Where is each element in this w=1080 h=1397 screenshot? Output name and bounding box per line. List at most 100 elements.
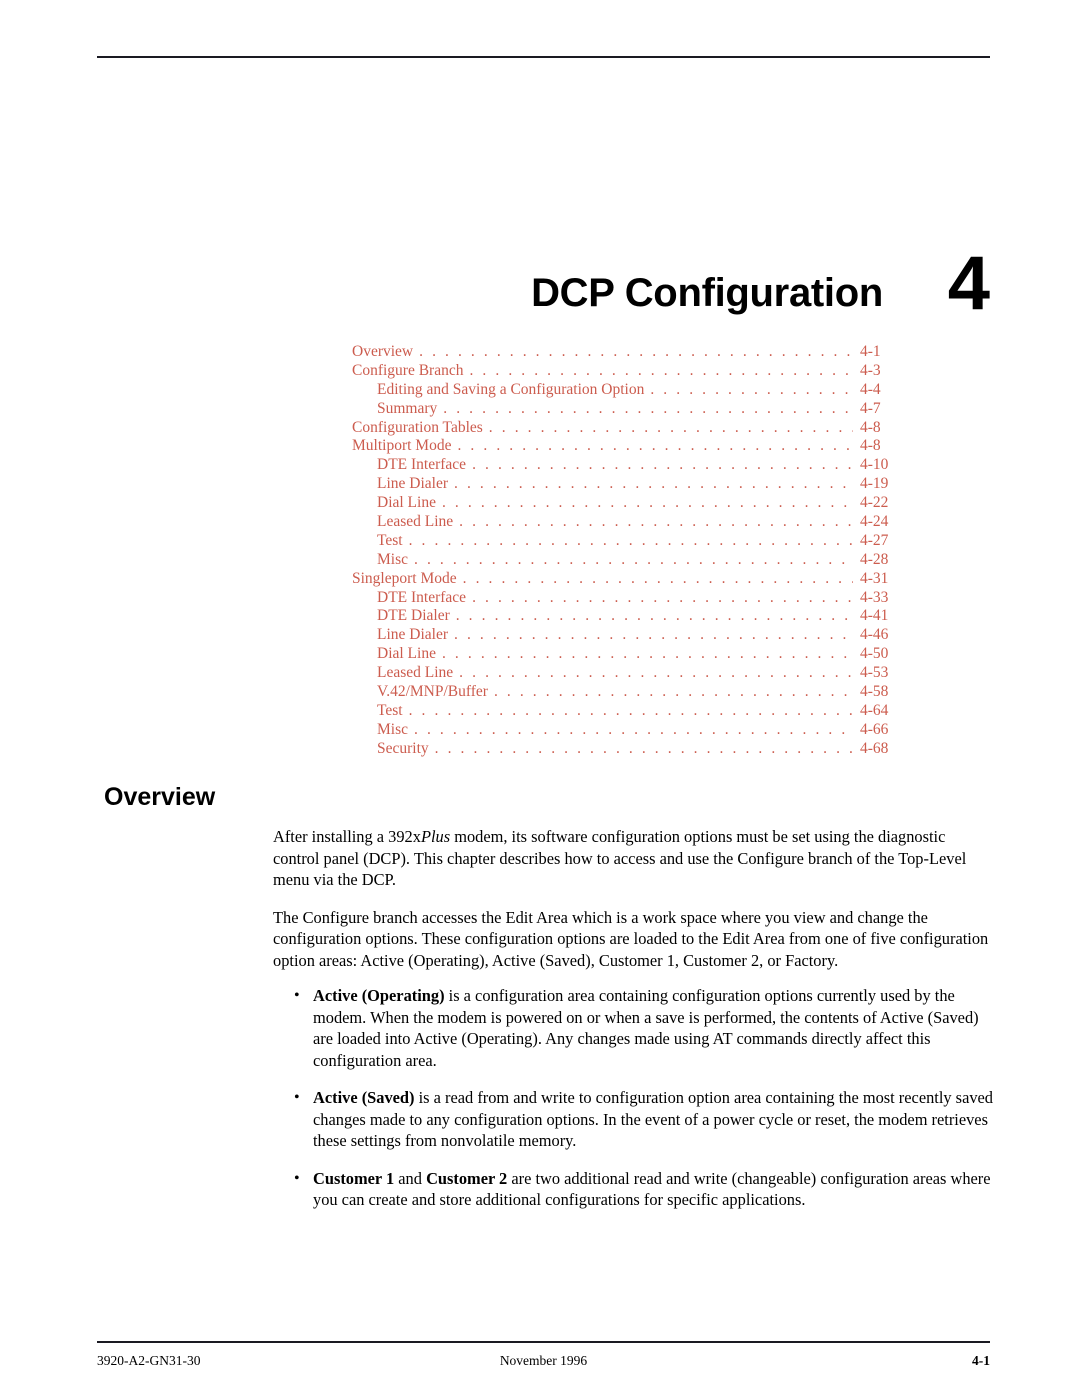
toc-entry-page: 4-58: [860, 683, 889, 701]
toc-leader-dots: . . . . . . . . . . . . . . . . . . . . …: [488, 419, 853, 436]
toc-entry-label: Configure Branch: [352, 361, 464, 379]
toc-entry-label: V.42/MNP/Buffer: [377, 683, 488, 701]
toc-entry-label: Leased Line: [377, 513, 454, 531]
toc-leader-dots: . . . . . . . . . . . . . . . . . . . . …: [443, 400, 853, 417]
toc-entry[interactable]: Leased Line . . . . . . . . . . . . . . .…: [352, 513, 912, 532]
bullet-icon: •: [294, 987, 300, 1004]
document-page: DCP Configuration 4 Overview . . . . . . …: [0, 0, 1080, 1397]
toc-entry-page: 4-31: [860, 569, 889, 587]
toc-entry[interactable]: Misc . . . . . . . . . . . . . . . . . . …: [352, 551, 912, 570]
toc-entry[interactable]: Dial Line . . . . . . . . . . . . . . . .…: [352, 494, 912, 513]
toc-entry-label: Misc: [377, 550, 408, 568]
product-name-italic: Plus: [420, 827, 451, 846]
toc-entry-page: 4-8: [860, 437, 881, 455]
toc-leader-dots: . . . . . . . . . . . . . . . . . . . . …: [472, 589, 853, 606]
toc-leader-dots: . . . . . . . . . . . . . . . . . . . . …: [457, 438, 853, 454]
toc-entry[interactable]: Summary . . . . . . . . . . . . . . . . .…: [352, 400, 912, 419]
section-heading: Overview: [104, 783, 216, 811]
toc-entry-page: 4-8: [860, 418, 881, 436]
footer-divider: [97, 1341, 990, 1343]
toc-entry[interactable]: Test . . . . . . . . . . . . . . . . . . …: [352, 702, 912, 721]
toc-entry[interactable]: Line Dialer . . . . . . . . . . . . . . .…: [352, 475, 912, 494]
toc-entry[interactable]: Singleport Mode . . . . . . . . . . . . .…: [352, 570, 912, 589]
page-title: DCP Configuration: [531, 271, 883, 315]
toc-entry-page: 4-64: [860, 701, 889, 719]
toc-leader-dots: . . . . . . . . . . . . . . . . . . . . …: [441, 646, 853, 662]
toc-entry-label: Dial Line: [377, 494, 436, 512]
header-divider: [97, 56, 990, 58]
toc-entry-page: 4-3: [860, 361, 881, 379]
toc-entry[interactable]: Multiport Mode . . . . . . . . . . . . . …: [352, 437, 912, 456]
toc-entry-page: 4-33: [860, 588, 889, 606]
toc-entry[interactable]: Security . . . . . . . . . . . . . . . . …: [352, 740, 912, 759]
toc-entry[interactable]: Configuration Tables . . . . . . . . . . …: [352, 419, 912, 438]
toc-leader-dots: . . . . . . . . . . . . . . . . . . . . …: [462, 570, 853, 587]
toc-entry-label: DTE Interface: [377, 588, 467, 606]
toc-leader-dots: . . . . . . . . . . . . . . . . . . . . …: [414, 551, 853, 568]
toc-entry[interactable]: Overview . . . . . . . . . . . . . . . . …: [352, 343, 912, 362]
bullet-icon: •: [294, 1169, 300, 1187]
toc-entry-label: Configuration Tables: [352, 418, 483, 436]
list-item: • Active (Saved) is a read from and write…: [273, 1087, 993, 1152]
toc-entry-label: Line Dialer: [377, 475, 449, 493]
toc-entry-label: Line Dialer: [377, 626, 449, 644]
list-item-term-secondary: Customer 2: [426, 1168, 508, 1188]
list-item: • Customer 1 and Customer 2 are two addit…: [273, 1168, 993, 1211]
toc-entry-label: Multiport Mode: [352, 437, 452, 455]
toc-entry-page: 4-19: [860, 475, 889, 493]
toc-entry-label: Dial Line: [377, 645, 436, 663]
toc-entry[interactable]: Misc . . . . . . . . . . . . . . . . . . …: [352, 721, 912, 740]
toc-leader-dots: . . . . . . . . . . . . . . . . . . . . …: [455, 608, 853, 624]
body-content: After installing a 392xPlus modem, its s…: [273, 826, 993, 1227]
toc-entry[interactable]: Leased Line . . . . . . . . . . . . . . .…: [352, 664, 912, 683]
list-item: • Active (Operating) is a configuration a…: [273, 985, 993, 1071]
toc-entry-label: Overview: [352, 343, 414, 360]
toc-entry-page: 4-22: [860, 494, 889, 512]
bullet-icon: •: [294, 1089, 300, 1106]
toc-entry[interactable]: Configure Branch . . . . . . . . . . . . …: [352, 362, 912, 381]
toc-entry[interactable]: DTE Dialer . . . . . . . . . . . . . . . …: [352, 607, 912, 626]
table-of-contents: Overview . . . . . . . . . . . . . . . . …: [352, 343, 912, 759]
toc-leader-dots: . . . . . . . . . . . . . . . . . . . . …: [650, 381, 853, 398]
toc-entry-page: 4-50: [860, 645, 889, 663]
toc-entry[interactable]: Editing and Saving a Configuration Optio…: [352, 381, 912, 400]
toc-entry-page: 4-1: [860, 343, 881, 360]
toc-entry-page: 4-68: [860, 739, 889, 757]
paragraph-intro: After installing a 392xPlus modem, its s…: [273, 826, 993, 891]
toc-entry-page: 4-41: [860, 607, 889, 625]
toc-entry-page: 4-46: [860, 626, 889, 644]
list-item-text: is a read from and write to configuratio…: [313, 1088, 994, 1150]
toc-entry-label: Singleport Mode: [352, 569, 457, 587]
footer-date: November 1996: [499, 1353, 588, 1368]
toc-leader-dots: . . . . . . . . . . . . . . . . . . . . …: [472, 457, 853, 473]
toc-entry[interactable]: Line Dialer . . . . . . . . . . . . . . .…: [352, 626, 912, 645]
toc-entry-label: DTE Dialer: [377, 607, 450, 625]
footer-page-number: 4-1: [972, 1353, 990, 1368]
toc-leader-dots: . . . . . . . . . . . . . . . . . . . . …: [414, 721, 853, 738]
toc-entry-label: Summary: [377, 399, 438, 417]
list-item-term: Customer 1: [313, 1168, 395, 1188]
toc-entry[interactable]: V.42/MNP/Buffer . . . . . . . . . . . . .…: [352, 683, 912, 702]
toc-entry-label: Misc: [377, 720, 408, 738]
toc-entry-page: 4-53: [860, 664, 889, 682]
toc-leader-dots: . . . . . . . . . . . . . . . . . . . . …: [408, 532, 853, 549]
toc-leader-dots: . . . . . . . . . . . . . . . . . . . . …: [493, 684, 853, 700]
toc-leader-dots: . . . . . . . . . . . . . . . . . . . . …: [459, 665, 853, 681]
list-item-term: Active (Saved): [313, 1088, 415, 1107]
toc-entry-page: 4-4: [860, 380, 881, 398]
toc-entry-label: DTE Interface: [377, 456, 467, 474]
toc-entry-page: 4-7: [860, 399, 881, 417]
paragraph-1-part1: After installing a 392x: [273, 827, 421, 846]
toc-leader-dots: . . . . . . . . . . . . . . . . . . . . …: [459, 514, 853, 530]
paragraph-configure-branch: The Configure branch accesses the Edit A…: [273, 907, 989, 970]
toc-entry[interactable]: Dial Line . . . . . . . . . . . . . . . .…: [352, 645, 912, 664]
toc-leader-dots: . . . . . . . . . . . . . . . . . . . . …: [454, 627, 853, 643]
toc-entry[interactable]: DTE Interface . . . . . . . . . . . . . .…: [352, 589, 912, 608]
toc-entry-page: 4-28: [860, 550, 889, 568]
config-area-list: • Active (Operating) is a configuration a…: [273, 985, 993, 1211]
toc-entry[interactable]: Test . . . . . . . . . . . . . . . . . . …: [352, 532, 912, 551]
toc-entry-page: 4-27: [860, 531, 889, 549]
toc-entry-page: 4-66: [860, 720, 889, 738]
toc-entry-label: Security: [377, 739, 429, 757]
toc-entry[interactable]: DTE Interface . . . . . . . . . . . . . .…: [352, 456, 912, 475]
